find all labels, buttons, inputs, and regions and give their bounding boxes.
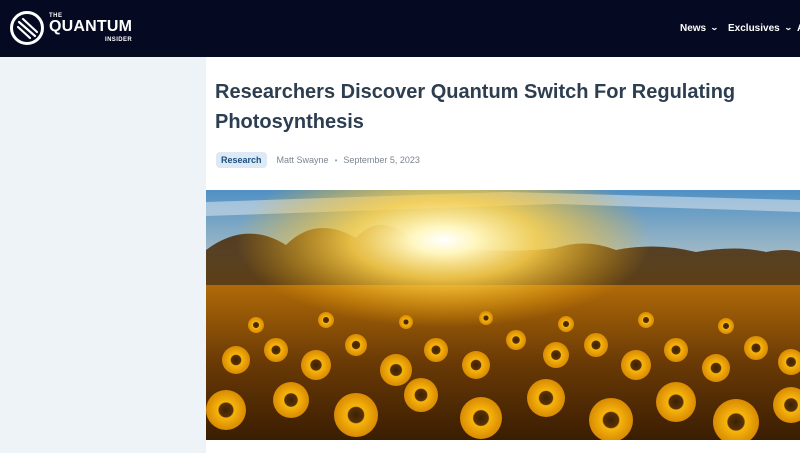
article-container: Researchers Discover Quantum Switch For … xyxy=(206,57,800,453)
category-badge[interactable]: Research xyxy=(216,152,267,168)
nav-item-news[interactable]: News ⌄ xyxy=(680,21,719,35)
nav-item-label: Exclusives xyxy=(728,22,780,34)
article-title: Researchers Discover Quantum Switch For … xyxy=(215,81,736,133)
left-sidebar xyxy=(0,57,206,453)
author-link[interactable]: Matt Swayne xyxy=(277,155,329,165)
logo-name-text: QUANTUM xyxy=(49,18,133,35)
site-logo[interactable]: THE QUANTUM INSIDER xyxy=(9,10,139,46)
nav-item-label: News xyxy=(680,22,707,34)
meta-separator: • xyxy=(334,155,338,165)
chevron-down-icon: ⌄ xyxy=(783,23,793,32)
article-meta: Research Matt Swayne • September 5, 2023 xyxy=(216,152,420,168)
publish-date: September 5, 2023 xyxy=(343,155,420,165)
logo-insider-text: INSIDER xyxy=(105,37,133,43)
chevron-down-icon: ⌄ xyxy=(710,23,719,32)
quantum-logo-icon xyxy=(10,11,44,45)
hero-image xyxy=(206,190,800,440)
site-header: THE QUANTUM INSIDER News ⌄ Exclusives ⌄ … xyxy=(0,0,800,57)
nav-item-exclusives[interactable]: Exclusives ⌄ xyxy=(728,21,793,35)
